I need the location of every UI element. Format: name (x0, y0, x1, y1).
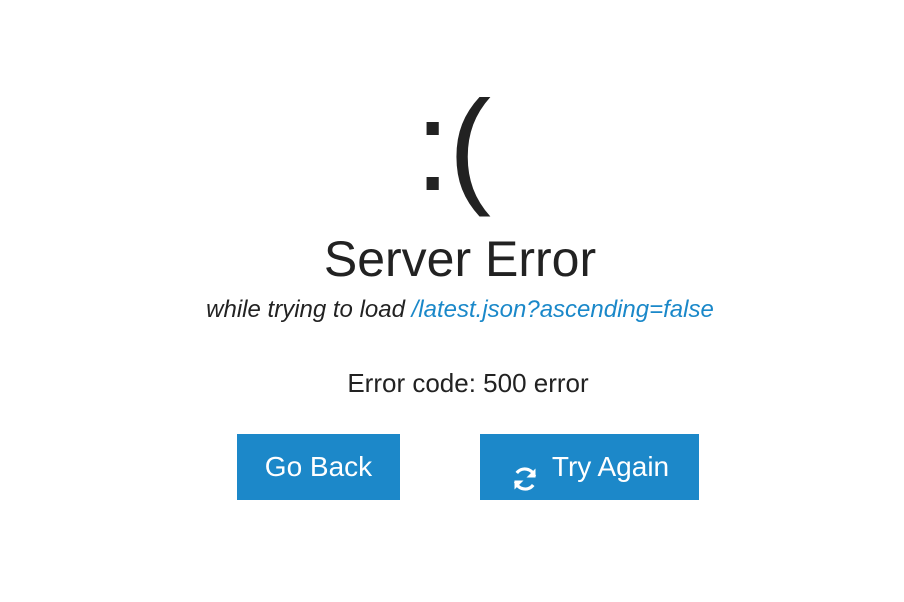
error-page: :( Server Error while trying to load /la… (0, 0, 904, 602)
go-back-button[interactable]: Go Back (237, 434, 400, 500)
error-code: Error code: 500 error (347, 368, 589, 398)
failed-path-link[interactable]: /latest.json?ascending=false (412, 296, 714, 323)
sad-face-glyph: :( (414, 75, 491, 218)
error-subtitle: while trying to load /latest.json?ascend… (8, 295, 904, 325)
try-again-label: Try Again (551, 451, 670, 482)
error-title: Server Error (323, 231, 597, 287)
subtitle-prefix: while trying to load (206, 296, 412, 323)
try-again-button[interactable]: Try Again (480, 434, 699, 500)
refresh-icon (510, 452, 540, 491)
go-back-label: Go Back (264, 451, 373, 482)
